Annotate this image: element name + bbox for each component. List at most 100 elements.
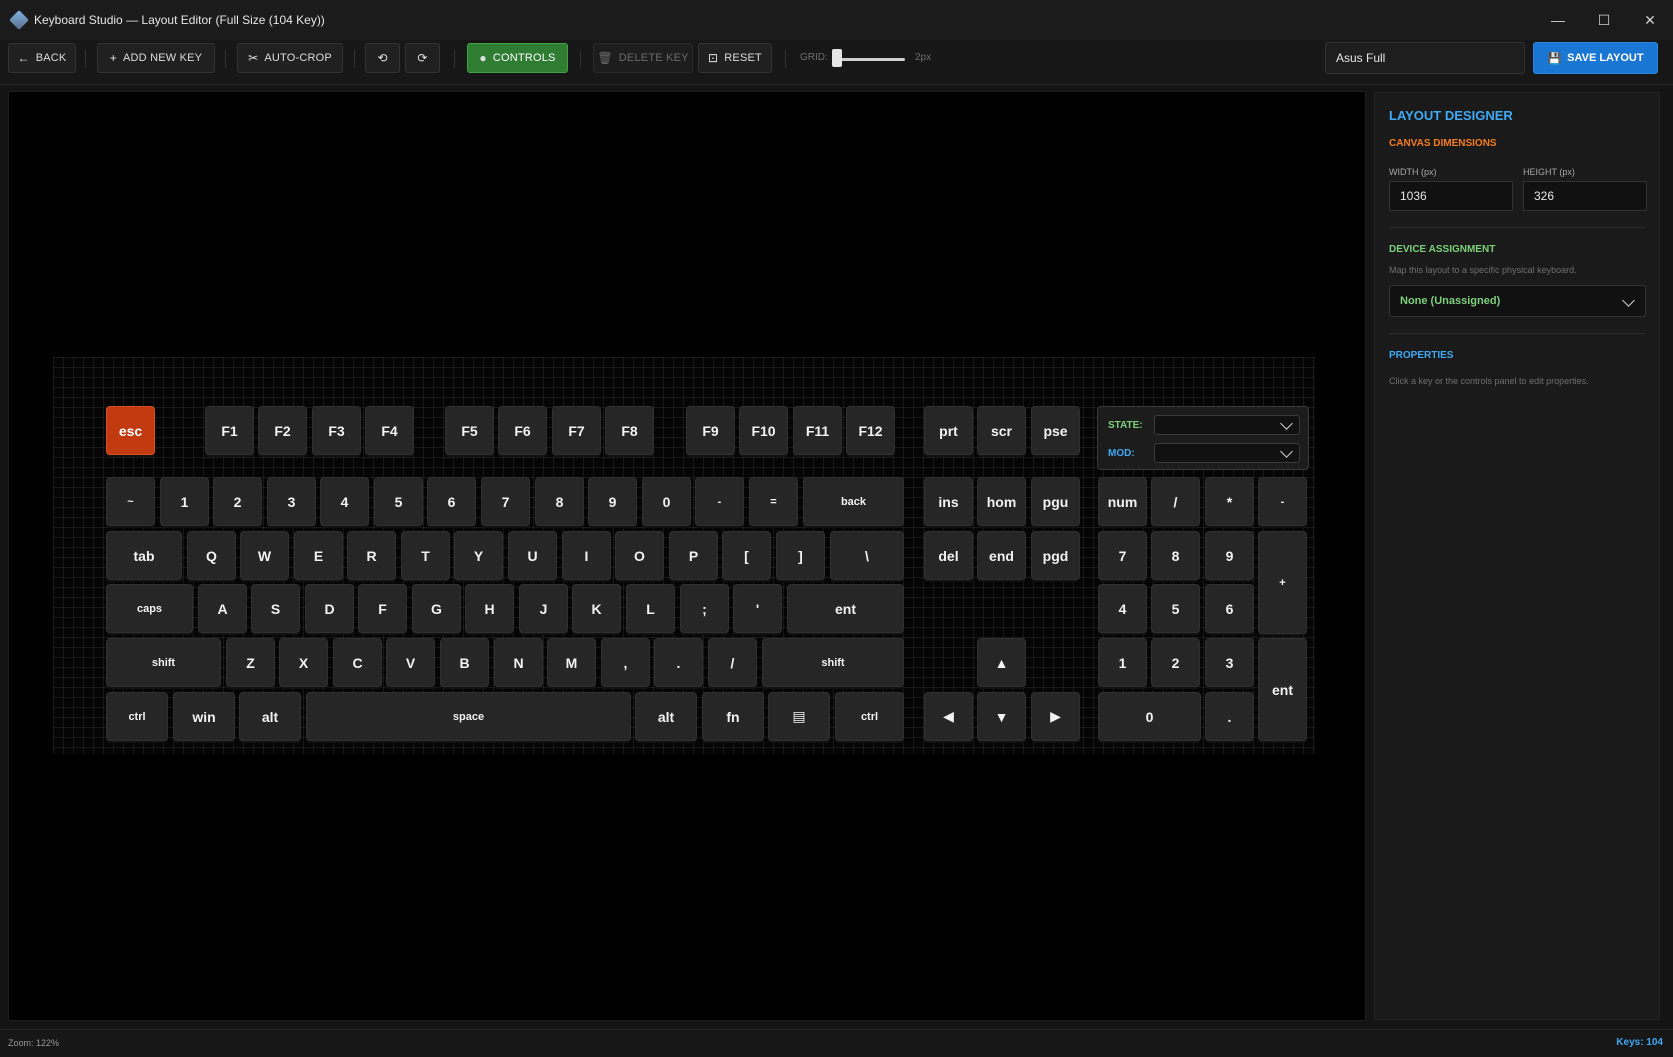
key[interactable]: ▤ (768, 692, 830, 741)
key[interactable]: P (669, 531, 718, 580)
add-new-key-button[interactable]: + ADD NEW KEY (97, 43, 215, 73)
device-select[interactable]: None (Unassigned) (1389, 285, 1646, 317)
layout-canvas[interactable]: STATE: MOD: esc F1 F2 F3 F4 F5 F6 F7 F8 F9 F10 F11 F… (8, 91, 1366, 1021)
key[interactable]: 4 (320, 477, 369, 526)
key[interactable]: caps (106, 584, 193, 633)
key[interactable]: = (749, 477, 798, 526)
grid-slider-track[interactable] (835, 58, 905, 61)
auto-crop-button[interactable]: ✂ AUTO-CROP (237, 43, 343, 73)
minimize-button[interactable]: — (1535, 0, 1581, 40)
key[interactable]: J (519, 584, 568, 633)
key[interactable]: F7 (552, 406, 601, 455)
controls-button[interactable]: ● CONTROLS (467, 43, 568, 73)
key[interactable]: F9 (686, 406, 735, 455)
grid-slider-thumb[interactable] (832, 49, 842, 67)
key[interactable]: 1 (1098, 638, 1147, 687)
controls-panel[interactable]: STATE: MOD: (1097, 406, 1309, 470)
key[interactable]: ent (787, 584, 904, 633)
key[interactable]: 6 (427, 477, 476, 526)
key[interactable]: F4 (365, 406, 414, 455)
key[interactable]: pse (1031, 406, 1080, 455)
key[interactable]: 4 (1098, 584, 1147, 633)
key[interactable]: + (1258, 531, 1307, 634)
key[interactable]: 9 (588, 477, 637, 526)
key[interactable]: ctrl (106, 692, 168, 741)
reset-button[interactable]: ⊡ RESET (698, 43, 772, 73)
key[interactable]: \ (830, 531, 904, 580)
key[interactable]: alt (239, 692, 301, 741)
key[interactable]: W (240, 531, 289, 580)
key[interactable]: ctrl (835, 692, 904, 741)
key[interactable]: 2 (1151, 638, 1200, 687)
key[interactable]: X (279, 638, 328, 687)
mod-select[interactable] (1154, 443, 1300, 463)
key[interactable]: 5 (1151, 584, 1200, 633)
key[interactable]: / (708, 638, 757, 687)
key[interactable]: D (305, 584, 354, 633)
key[interactable]: back (803, 477, 904, 526)
key[interactable]: 1 (160, 477, 209, 526)
key[interactable]: 8 (535, 477, 584, 526)
key[interactable]: V (386, 638, 435, 687)
key[interactable]: 8 (1151, 531, 1200, 580)
key[interactable]: F11 (793, 406, 842, 455)
key[interactable]: num (1098, 477, 1147, 526)
key[interactable]: 7 (481, 477, 530, 526)
key[interactable]: E (294, 531, 343, 580)
key[interactable]: - (695, 477, 744, 526)
rotate-left-button[interactable]: ⟲ (365, 43, 400, 73)
key[interactable]: F1 (205, 406, 254, 455)
key[interactable]: del (924, 531, 973, 580)
key[interactable]: 0 (1098, 692, 1201, 741)
key[interactable]: tab (106, 531, 182, 580)
key[interactable]: N (494, 638, 543, 687)
key[interactable]: F3 (312, 406, 361, 455)
key[interactable]: B (440, 638, 489, 687)
key[interactable]: scr (977, 406, 1026, 455)
key[interactable]: ▲ (977, 638, 1026, 687)
key[interactable]: pgu (1031, 477, 1080, 526)
key[interactable]: shift (106, 638, 221, 687)
key[interactable]: R (347, 531, 396, 580)
close-button[interactable]: ✕ (1627, 0, 1673, 40)
key[interactable]: ' (733, 584, 782, 633)
key[interactable]: F8 (605, 406, 654, 455)
key[interactable]: ▶ (1031, 692, 1080, 741)
key[interactable]: 9 (1205, 531, 1254, 580)
key[interactable]: , (601, 638, 650, 687)
key[interactable]: prt (924, 406, 973, 455)
key[interactable]: O (615, 531, 664, 580)
key[interactable]: - (1258, 477, 1307, 526)
key[interactable]: A (198, 584, 247, 633)
key[interactable]: 3 (1205, 638, 1254, 687)
key[interactable]: K (572, 584, 621, 633)
key[interactable]: H (465, 584, 514, 633)
key[interactable]: F2 (258, 406, 307, 455)
key[interactable]: F (358, 584, 407, 633)
key[interactable]: Q (187, 531, 236, 580)
delete-key-button[interactable]: 🗑 DELETE KEY (593, 43, 693, 73)
key[interactable]: S (251, 584, 300, 633)
key[interactable]: . (1205, 692, 1254, 741)
key[interactable]: 5 (374, 477, 423, 526)
keyboard-grid[interactable]: STATE: MOD: esc F1 F2 F3 F4 F5 F6 F7 F8 F9 F10 F11 F… (53, 357, 1315, 754)
key[interactable]: G (412, 584, 461, 633)
rotate-right-button[interactable]: ⟳ (405, 43, 440, 73)
key[interactable]: ins (924, 477, 973, 526)
key[interactable]: Z (226, 638, 275, 687)
key[interactable]: F6 (498, 406, 547, 455)
key[interactable]: hom (977, 477, 1026, 526)
key[interactable]: * (1205, 477, 1254, 526)
key[interactable]: / (1151, 477, 1200, 526)
canvas-height-input[interactable] (1523, 181, 1647, 211)
key[interactable]: pgd (1031, 531, 1080, 580)
key[interactable]: . (654, 638, 703, 687)
key[interactable]: win (173, 692, 235, 741)
state-select[interactable] (1154, 415, 1300, 435)
key[interactable]: ~ (106, 477, 155, 526)
key[interactable]: F12 (846, 406, 895, 455)
key[interactable]: F5 (445, 406, 494, 455)
key[interactable]: 3 (267, 477, 316, 526)
key[interactable]: ] (776, 531, 825, 580)
key[interactable]: ◀ (924, 692, 973, 741)
